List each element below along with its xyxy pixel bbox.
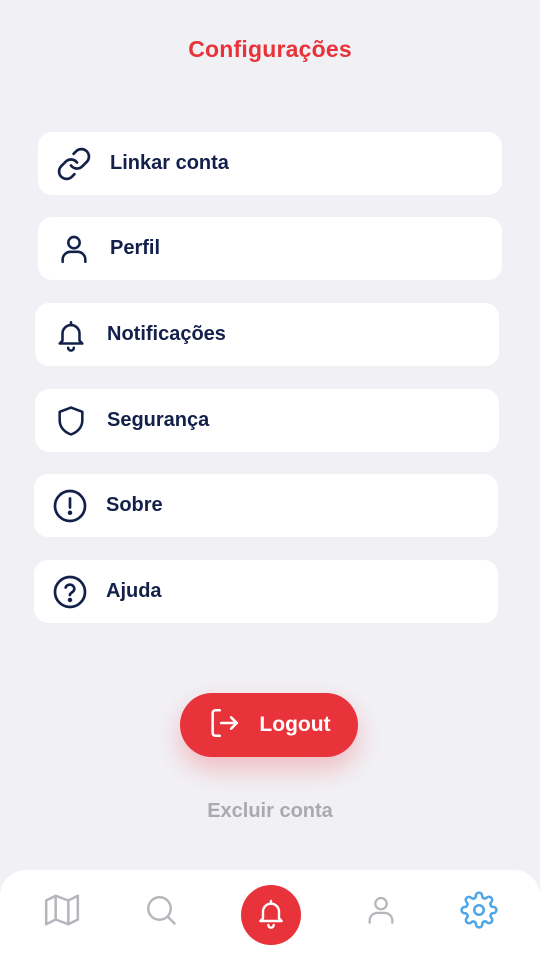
menu-item-about[interactable]: Sobre (34, 474, 498, 537)
tab-map[interactable] (40, 890, 84, 934)
shield-icon (35, 404, 107, 438)
logout-button[interactable]: Logout (180, 693, 358, 757)
gear-icon (460, 890, 498, 934)
menu-item-notifications[interactable]: Notificações (35, 303, 499, 366)
user-icon (364, 893, 398, 932)
help-circle-icon (34, 574, 106, 610)
menu-item-link-account[interactable]: Linkar conta (38, 132, 502, 195)
menu-item-label: Ajuda (106, 580, 162, 602)
link-icon (38, 146, 110, 182)
page-title: Configurações (188, 36, 352, 62)
bell-icon (255, 897, 287, 934)
menu-item-label: Perfil (110, 237, 161, 259)
menu-item-label: Notificações (107, 323, 226, 345)
search-icon (143, 892, 179, 933)
delete-account-link[interactable]: Excluir conta (0, 800, 540, 823)
menu-item-security[interactable]: Segurança (35, 389, 499, 452)
logout-label: Logout (259, 713, 331, 736)
menu-item-profile[interactable]: Perfil (38, 217, 502, 280)
user-icon (38, 232, 110, 266)
logout-icon (207, 706, 241, 745)
info-circle-icon (34, 488, 106, 524)
menu-item-label: Segurança (107, 409, 210, 431)
bottom-tab-bar (0, 870, 540, 961)
map-icon (43, 891, 81, 934)
bell-icon (35, 318, 107, 352)
menu-item-help[interactable]: Ajuda (34, 560, 498, 623)
tab-notifications[interactable] (241, 885, 301, 945)
tab-profile[interactable] (359, 890, 403, 934)
menu-item-label: Sobre (106, 494, 163, 516)
menu-item-label: Linkar conta (110, 152, 229, 174)
tab-search[interactable] (139, 890, 183, 934)
tab-settings[interactable] (457, 890, 501, 934)
